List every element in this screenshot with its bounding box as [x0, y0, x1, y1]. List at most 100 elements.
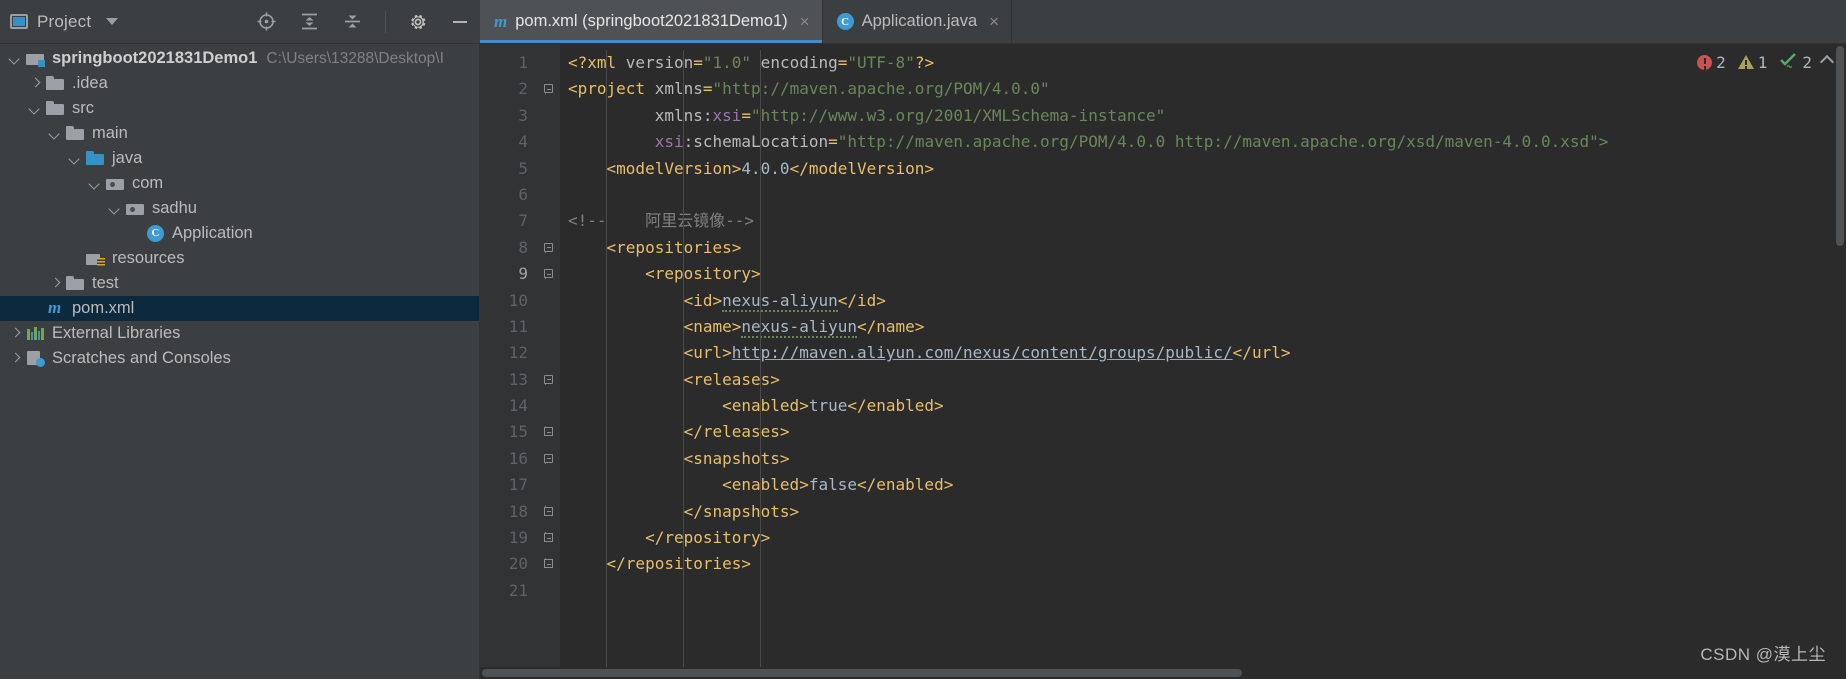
code-line[interactable]: <url>http://maven.aliyun.com/nexus/conte…	[560, 340, 1846, 366]
code-line[interactable]: xmlns:xsi="http://www.w3.org/2001/XMLSch…	[560, 103, 1846, 129]
code-line[interactable]: </repositories>	[560, 551, 1846, 577]
editor-horizontal-scrollbar[interactable]	[480, 667, 1846, 679]
code-token: <modelVersion>	[606, 158, 742, 178]
fold-end-icon[interactable]	[542, 426, 555, 439]
scrollbar-thumb[interactable]	[1836, 46, 1844, 246]
fold-collapse-icon[interactable]	[542, 242, 555, 255]
tree-row-sadhu[interactable]: sadhu	[0, 196, 479, 221]
code-line[interactable]: </repository>	[560, 525, 1846, 551]
project-tree[interactable]: springboot2021831Demo1 C:\Users\13288\De…	[0, 44, 480, 679]
tree-row-springboot2021831Demo1[interactable]: springboot2021831Demo1 C:\Users\13288\De…	[0, 46, 479, 71]
close-icon[interactable]: ×	[800, 13, 810, 30]
code-line[interactable]: <modelVersion>4.0.0</modelVersion>	[560, 156, 1846, 182]
code-line[interactable]: <repository>	[560, 261, 1846, 287]
tree-row-resources[interactable]: resources	[0, 246, 479, 271]
project-toolwindow-header: Project	[0, 0, 480, 44]
fold-collapse-icon[interactable]	[542, 374, 555, 387]
expand-all-icon[interactable]	[299, 11, 320, 32]
tree-row-label: Scratches and Consoles	[52, 349, 231, 367]
tree-row-java[interactable]: java	[0, 146, 479, 171]
code-token: "http://maven.apache.org/POM/4.0.0 http:…	[837, 132, 1609, 152]
code-token: <enabled>	[722, 475, 809, 495]
chevron-down-icon[interactable]	[28, 102, 42, 116]
chevron-right-icon[interactable]	[48, 277, 62, 291]
tree-row-label: springboot2021831Demo1	[52, 49, 258, 67]
code-line[interactable]	[560, 578, 1846, 604]
editor-tab-pom-xml[interactable]: m pom.xml (springboot2021831Demo1) ×	[480, 0, 823, 43]
scrollbar-thumb[interactable]	[482, 669, 1242, 677]
java-class-icon	[146, 225, 165, 242]
editor-vertical-scrollbar[interactable]	[1834, 44, 1846, 679]
line-number: 1	[518, 53, 528, 72]
code-line[interactable]: <name>nexus-aliyun</name>	[560, 314, 1846, 340]
code-token[interactable]: http://maven.aliyun.com/nexus/content/gr…	[732, 343, 1233, 362]
tree-row-application[interactable]: Application	[0, 221, 479, 246]
tree-row-src[interactable]: src	[0, 96, 479, 121]
error-count[interactable]: 2	[1697, 53, 1726, 72]
line-number: 11	[508, 316, 528, 336]
tree-row-path: C:\Users\13288\Desktop\I	[266, 49, 444, 67]
project-toolwindow-title[interactable]: Project	[10, 12, 119, 32]
chevron-down-icon[interactable]	[88, 177, 102, 191]
code-line[interactable]: <project xmlns="http://maven.apache.org/…	[560, 76, 1846, 102]
close-icon[interactable]: ×	[989, 13, 999, 30]
fold-end-icon[interactable]	[542, 558, 555, 571]
code-line[interactable]: <releases>	[560, 367, 1846, 393]
tree-row-external-libraries[interactable]: External Libraries	[0, 321, 479, 346]
fold-slot	[538, 393, 560, 419]
tree-row-pom-xml[interactable]: pom.xml	[0, 296, 479, 321]
fold-collapse-icon[interactable]	[542, 83, 555, 96]
code-token: </releases>	[683, 422, 790, 442]
code-line[interactable]: <?xml version="1.0" encoding="UTF-8"?>	[560, 50, 1846, 76]
chevron-right-icon[interactable]	[8, 327, 22, 341]
code-line[interactable]: <!-- 阿里云镜像-->	[560, 208, 1846, 234]
code-token: <url>	[683, 343, 732, 363]
inspection-widget[interactable]: 2 1 2	[1697, 52, 1835, 72]
code-line[interactable]: </releases>	[560, 419, 1846, 445]
chevron-down-icon[interactable]	[106, 18, 119, 25]
code-line[interactable]: <id>nexus-aliyun</id>	[560, 288, 1846, 314]
code-editor[interactable]: 1 2 3 4 5 6 7 8 9 10 11 12 13 14 15 16 17 18 19 20 21 <?xml …	[480, 44, 1846, 679]
warning-count[interactable]: 1	[1737, 53, 1767, 72]
chevron-down-icon[interactable]	[108, 202, 122, 216]
tree-row-test[interactable]: test	[0, 271, 479, 296]
code-token: "http://www.w3.org/2001/XMLSchema-instan…	[751, 105, 1166, 125]
settings-gear-icon[interactable]	[408, 12, 428, 32]
code-line[interactable]: </snapshots>	[560, 499, 1846, 525]
editor-tab-application-java[interactable]: C Application.java ×	[823, 0, 1013, 43]
code-line[interactable]: <snapshots>	[560, 446, 1846, 472]
chevron-up-icon[interactable]	[1819, 54, 1835, 70]
tree-row-main[interactable]: main	[0, 121, 479, 146]
ok-count[interactable]: 2	[1779, 52, 1812, 72]
fold-collapse-icon[interactable]	[542, 453, 555, 466]
tree-row-scratches-and-consoles[interactable]: Scratches and Consoles	[0, 346, 479, 371]
code-folding-gutter[interactable]	[538, 44, 560, 679]
locate-icon[interactable]	[256, 11, 277, 32]
tree-row-com[interactable]: com	[0, 171, 479, 196]
code-line[interactable]	[560, 182, 1846, 208]
tree-row-idea[interactable]: .idea	[0, 71, 479, 96]
fold-collapse-icon[interactable]	[542, 268, 555, 281]
fold-end-icon[interactable]	[542, 532, 555, 545]
code-line[interactable]: <repositories>	[560, 235, 1846, 261]
code-line[interactable]: <enabled>false</enabled>	[560, 472, 1846, 498]
collapse-all-icon[interactable]	[342, 11, 363, 32]
chevron-right-icon[interactable]	[8, 352, 22, 366]
code-token: =	[693, 53, 703, 72]
fold-end-icon[interactable]	[542, 506, 555, 519]
code-token: <id>	[683, 290, 723, 310]
code-line[interactable]: <enabled>true</enabled>	[560, 393, 1846, 419]
code-token: =	[741, 105, 752, 125]
chevron-down-icon[interactable]	[48, 127, 62, 141]
chevron-right-icon[interactable]	[28, 77, 42, 91]
chevron-down-icon[interactable]	[68, 152, 82, 166]
chevron-down-icon[interactable]	[8, 52, 22, 66]
code-line[interactable]: xsi:schemaLocation="http://maven.apache.…	[560, 129, 1846, 155]
minimize-icon[interactable]	[450, 12, 470, 32]
code-token: <!-- 阿里云镜像-->	[568, 211, 754, 231]
code-content[interactable]: <?xml version="1.0" encoding="UTF-8"?> <p…	[560, 44, 1846, 679]
line-number-gutter[interactable]: 1 2 3 4 5 6 7 8 9 10 11 12 13 14 15 16 17 18 19 20 21	[480, 44, 538, 679]
